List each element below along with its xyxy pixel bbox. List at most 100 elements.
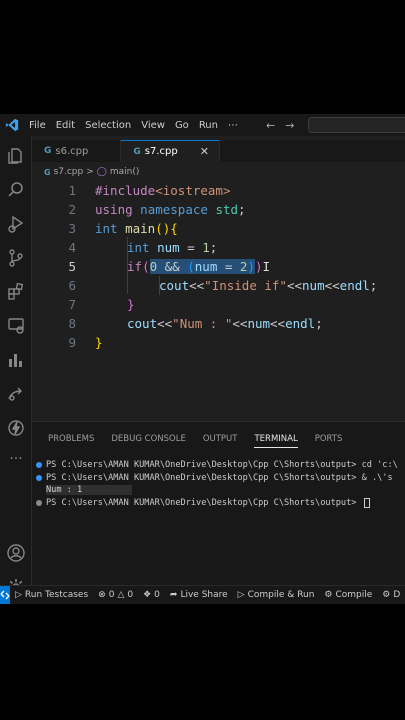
- warning-count: 0: [127, 590, 134, 600]
- breadcrumb: G s7.cpp > ◯ main(): [44, 165, 139, 179]
- keyword-int: int: [95, 221, 118, 236]
- menu-go[interactable]: Go: [170, 120, 194, 131]
- selected-text: 0 && (num = 2): [149, 259, 255, 274]
- include-directive: #include: [95, 183, 156, 198]
- identifier-cout: cout: [159, 278, 190, 293]
- compile-button[interactable]: ⚙ Compile: [319, 590, 377, 600]
- debug-button[interactable]: ⚙ D: [377, 590, 405, 600]
- title-bar: File Edit Selection View Go Run ⋯ ← →: [0, 114, 405, 136]
- menu-edit[interactable]: Edit: [51, 120, 80, 131]
- account-icon[interactable]: [6, 543, 26, 563]
- cpp-file-icon: G: [44, 167, 51, 177]
- compile-label: Compile: [335, 590, 373, 600]
- command-center[interactable]: [308, 117, 405, 133]
- live-share-icon[interactable]: [6, 384, 26, 404]
- semicolon: ;: [315, 316, 323, 331]
- keyword-namespace: namespace: [140, 202, 208, 217]
- menu-run[interactable]: Run: [194, 120, 223, 131]
- code-line-3: 3 int main(){: [32, 219, 405, 238]
- identifier-cout: cout: [127, 316, 158, 331]
- close-icon[interactable]: ✕: [200, 145, 209, 158]
- menu-view[interactable]: View: [136, 120, 170, 131]
- brace-close: }: [95, 335, 103, 350]
- code-line-6: 6 cout<<"Inside if"<<num<<endl;: [32, 276, 405, 295]
- function-icon: ◯: [96, 167, 107, 177]
- brace-close: }: [127, 297, 135, 312]
- stream-op: <<: [270, 316, 286, 331]
- variable-num: num: [247, 316, 271, 331]
- forward-arrow-icon[interactable]: →: [285, 119, 294, 132]
- paren-open: (: [187, 259, 195, 274]
- gear-icon: ⚙: [382, 590, 391, 600]
- remote-indicator[interactable]: [0, 585, 10, 604]
- code-line-5: 5 if(0 && (num = 2))​I: [32, 257, 405, 276]
- live-share-label: Live Share: [180, 590, 228, 600]
- brace-open: {: [170, 221, 178, 236]
- cpp-file-icon: G: [133, 146, 141, 157]
- menu-more[interactable]: ⋯: [223, 120, 243, 131]
- terminal[interactable]: PS C:\Users\AMAN KUMAR\OneDrive\Desktop\…: [36, 459, 405, 509]
- compile-run-label: Compile & Run: [247, 590, 315, 600]
- explorer-icon[interactable]: [6, 146, 26, 166]
- number-literal: 1: [202, 240, 210, 255]
- more-icon[interactable]: ···: [6, 452, 26, 472]
- ports-indicator[interactable]: ❖ 0: [138, 590, 165, 600]
- assign-op: =: [179, 240, 203, 255]
- code-line-1: 1 #include<iostream>: [32, 181, 405, 200]
- assign-op: =: [217, 259, 240, 274]
- terminal-cursor: [363, 497, 370, 508]
- code-line-2: 2 using namespace std;: [32, 200, 405, 219]
- code-editor[interactable]: 1 #include<iostream> 2 using namespace s…: [32, 181, 405, 421]
- stream-op: <<: [286, 278, 303, 293]
- panel-tabs: PROBLEMS DEBUG CONSOLE OUTPUT TERMINAL P…: [48, 434, 359, 448]
- gear-icon: ⚙: [324, 590, 333, 600]
- tab-ports[interactable]: PORTS: [315, 434, 343, 448]
- problems-indicator[interactable]: ⊗ 0 △ 0: [93, 590, 138, 600]
- breadcrumb-file[interactable]: s7.cpp: [54, 167, 84, 177]
- search-icon[interactable]: [6, 180, 26, 200]
- tab-s7-cpp[interactable]: G s7.cpp ✕: [121, 140, 220, 162]
- line-number: 3: [68, 221, 76, 236]
- string-literal: "Inside if": [204, 278, 287, 293]
- lightning-icon[interactable]: [6, 418, 26, 438]
- tab-output[interactable]: OUTPUT: [203, 434, 238, 448]
- tab-s6-cpp[interactable]: G s6.cpp: [32, 140, 122, 162]
- ports-count: 0: [154, 590, 160, 600]
- paren-open: (: [142, 259, 150, 274]
- line-number: 4: [68, 240, 76, 255]
- activity-bar: ···: [0, 136, 32, 595]
- and-op: &&: [157, 259, 188, 274]
- code-line-4: 4 int num = 1;: [32, 238, 405, 257]
- stream-op: <<: [157, 316, 173, 331]
- back-arrow-icon[interactable]: ←: [266, 119, 275, 132]
- include-header: <iostream>: [155, 183, 231, 198]
- tab-terminal[interactable]: TERMINAL: [254, 434, 298, 448]
- live-share-button[interactable]: ➦ Live Share: [165, 590, 233, 600]
- tab-label: s7.cpp: [144, 146, 178, 157]
- run-debug-icon[interactable]: [6, 214, 26, 234]
- menu-selection[interactable]: Selection: [80, 120, 136, 131]
- command-status-icon: [36, 499, 42, 506]
- source-control-icon[interactable]: [6, 248, 26, 268]
- keyword-if: if: [127, 259, 143, 274]
- extensions-icon[interactable]: [6, 282, 26, 302]
- compile-run-button[interactable]: ▷ Compile & Run: [233, 590, 320, 600]
- debug-label: D: [393, 590, 401, 600]
- line-number: 2: [68, 202, 76, 217]
- program-output: Num : 1: [46, 485, 133, 496]
- run-testcases-button[interactable]: ▷ Run Testcases: [10, 590, 93, 600]
- code-line-7: 7 }: [32, 295, 405, 314]
- play-icon: ▷: [237, 590, 245, 600]
- breadcrumb-symbol[interactable]: main(): [110, 167, 140, 177]
- remote-explorer-icon[interactable]: [6, 316, 26, 336]
- remote-icon: [0, 590, 10, 600]
- keyword-using: using: [95, 202, 133, 217]
- menu-file[interactable]: File: [24, 120, 51, 131]
- tab-problems[interactable]: PROBLEMS: [48, 434, 94, 448]
- tab-debug-console[interactable]: DEBUG CONSOLE: [111, 434, 185, 448]
- broadcast-icon: ❖: [143, 590, 152, 600]
- chart-icon[interactable]: [6, 350, 26, 370]
- code-line-8: 8 cout<<"Num : "<<num<<endl;: [32, 314, 405, 333]
- code-line-9: 9 }: [32, 333, 405, 352]
- stream-op: <<: [232, 316, 248, 331]
